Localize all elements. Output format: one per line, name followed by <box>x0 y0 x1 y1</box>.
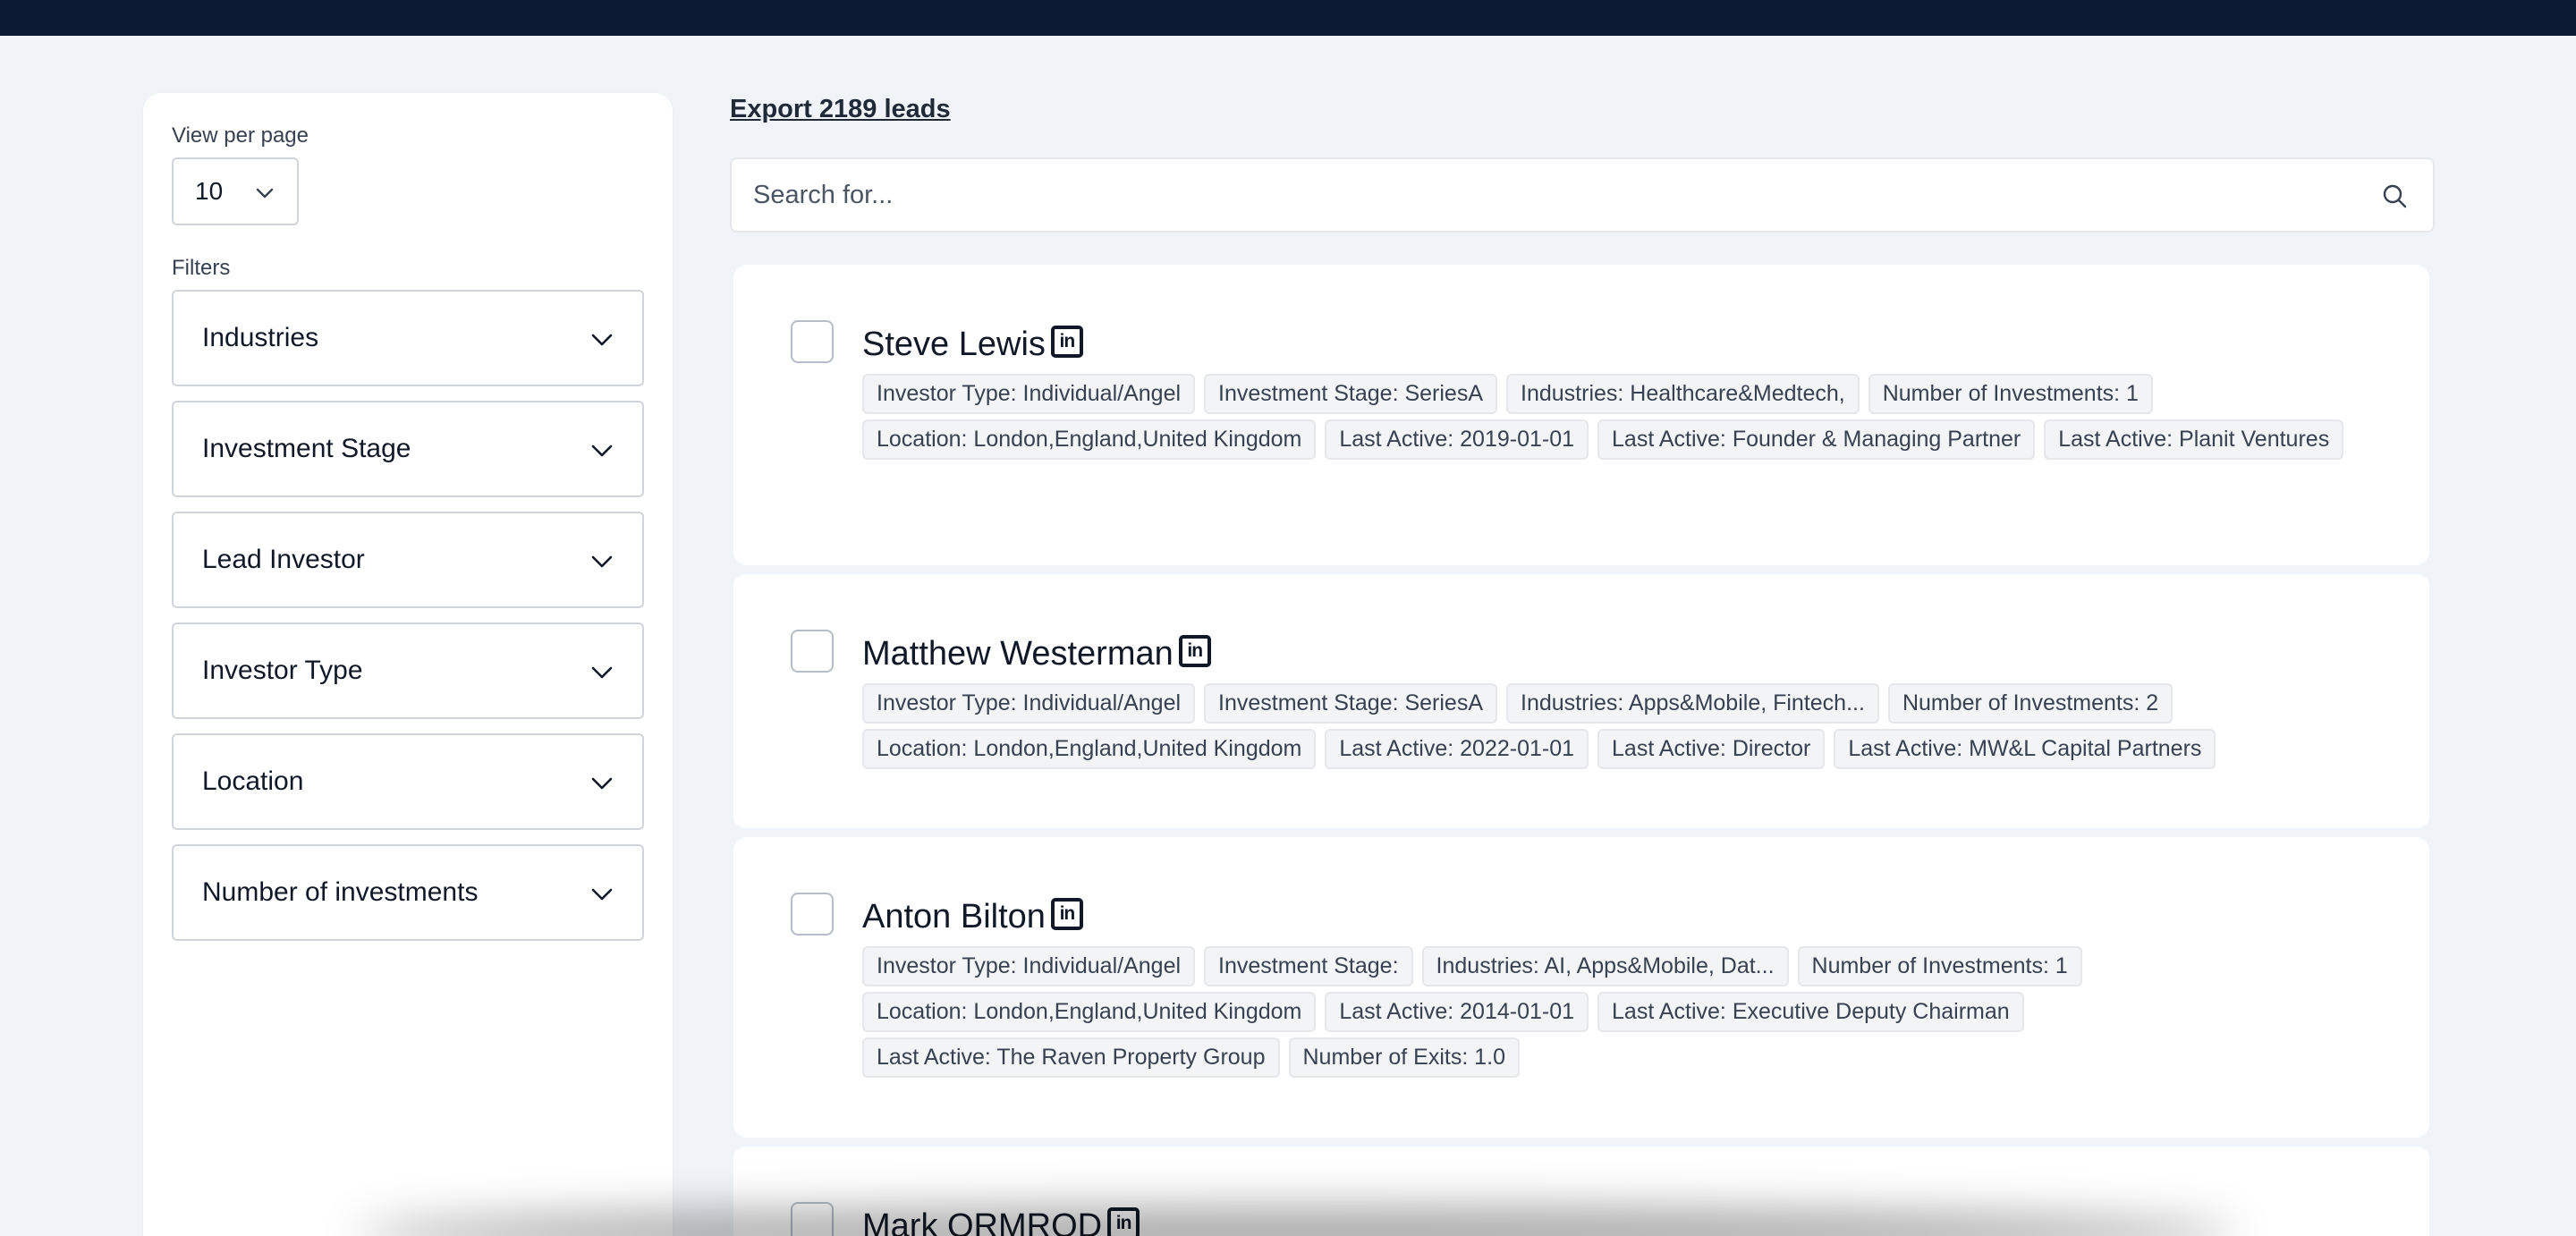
tag: Investor Type: Individual/Angel <box>862 374 1196 414</box>
chevron-down-icon <box>591 444 613 457</box>
search-icon[interactable] <box>2381 182 2408 209</box>
export-leads-link[interactable]: Export 2189 leads <box>730 95 951 124</box>
tag: Number of Exits: 1.0 <box>1288 1037 1520 1078</box>
investor-tags: Investor Type: Individual/Angel Investme… <box>862 946 2383 1078</box>
investor-name-row: Steve Lewis in <box>862 325 1083 364</box>
investor-card: Steve Lewis in Investor Type: Individual… <box>733 265 2429 565</box>
investor-card: Matthew Westerman in Investor Type: Indi… <box>733 574 2429 828</box>
filters-label: Filters <box>172 256 231 280</box>
tag: Last Active: Director <box>1597 729 1826 769</box>
filter-lead-investor[interactable]: Lead Investor <box>172 512 644 608</box>
chevron-down-icon <box>591 777 613 790</box>
filter-investor-type[interactable]: Investor Type <box>172 622 644 719</box>
filter-investment-stage[interactable]: Investment Stage <box>172 401 644 497</box>
investor-name: Anton Bilton <box>862 898 1046 935</box>
select-checkbox[interactable] <box>791 893 834 935</box>
select-checkbox[interactable] <box>791 630 834 673</box>
per-page-select[interactable]: 10 <box>172 157 299 225</box>
linkedin-icon[interactable]: in <box>1050 897 1083 930</box>
tag: Industries: Apps&Mobile, Fintech... <box>1506 683 1879 724</box>
tag: Last Active: 2019-01-01 <box>1325 419 1589 460</box>
tag: Last Active: Planit Ventures <box>2044 419 2344 460</box>
filter-industries[interactable]: Industries <box>172 290 644 386</box>
filters-sidebar: View per page 10 Filters Industries Inve… <box>143 93 673 1236</box>
search-input[interactable] <box>753 159 2345 231</box>
tag: Last Active: The Raven Property Group <box>862 1037 1280 1078</box>
tag: Last Active: 2022-01-01 <box>1325 729 1589 769</box>
chevron-down-icon <box>256 188 274 199</box>
tag: Number of Investments: 1 <box>1868 374 2153 414</box>
per-page-label: View per page <box>172 123 309 148</box>
filter-label: Lead Investor <box>202 545 365 574</box>
tag: Investment Stage: <box>1204 946 1413 986</box>
chevron-down-icon <box>591 888 613 901</box>
filter-location[interactable]: Location <box>172 733 644 830</box>
tag: Number of Investments: 1 <box>1797 946 2082 986</box>
filter-label: Investment Stage <box>202 434 411 463</box>
investor-tags: Investor Type: Individual/Angel Investme… <box>862 374 2383 460</box>
tag: Location: London,England,United Kingdom <box>862 992 1317 1032</box>
investor-card: Anton Bilton in Investor Type: Individua… <box>733 837 2429 1138</box>
tag: Last Active: Founder & Managing Partner <box>1597 419 2036 460</box>
investor-name-row: Anton Bilton in <box>862 897 1083 936</box>
tag: Investor Type: Individual/Angel <box>862 946 1196 986</box>
per-page-value: 10 <box>195 177 224 205</box>
search-bar <box>730 157 2435 233</box>
tag: Investment Stage: SeriesA <box>1204 374 1498 414</box>
tag: Last Active: Executive Deputy Chairman <box>1597 992 2024 1032</box>
filter-number-of-investments[interactable]: Number of investments <box>172 844 644 941</box>
linkedin-icon[interactable]: in <box>1178 634 1211 667</box>
tag: Number of Investments: 2 <box>1887 683 2174 724</box>
tag: Investor Type: Individual/Angel <box>862 683 1196 724</box>
filter-label: Investor Type <box>202 656 363 685</box>
chevron-down-icon <box>591 666 613 679</box>
filter-label: Industries <box>202 323 319 352</box>
chevron-down-icon <box>591 334 613 346</box>
filter-label: Location <box>202 766 304 796</box>
tag: Location: London,England,United Kingdom <box>862 729 1317 769</box>
filter-label: Number of investments <box>202 877 479 907</box>
tag: Location: London,England,United Kingdom <box>862 419 1317 460</box>
investor-name: Steve Lewis <box>862 326 1046 363</box>
tag: Industries: Healthcare&Medtech, <box>1506 374 1860 414</box>
tag: Industries: AI, Apps&Mobile, Dat... <box>1421 946 1789 986</box>
chevron-down-icon <box>591 555 613 568</box>
select-checkbox[interactable] <box>791 320 834 363</box>
tag: Investment Stage: SeriesA <box>1204 683 1498 724</box>
tag: Last Active: 2014-01-01 <box>1325 992 1589 1032</box>
investor-name: Matthew Westerman <box>862 635 1174 673</box>
linkedin-icon[interactable]: in <box>1050 325 1083 358</box>
investor-tags: Investor Type: Individual/Angel Investme… <box>862 683 2383 769</box>
investor-name-row: Matthew Westerman in <box>862 634 1211 673</box>
tag: Last Active: MW&L Capital Partners <box>1834 729 2216 769</box>
top-navigation-bar <box>0 0 2576 36</box>
